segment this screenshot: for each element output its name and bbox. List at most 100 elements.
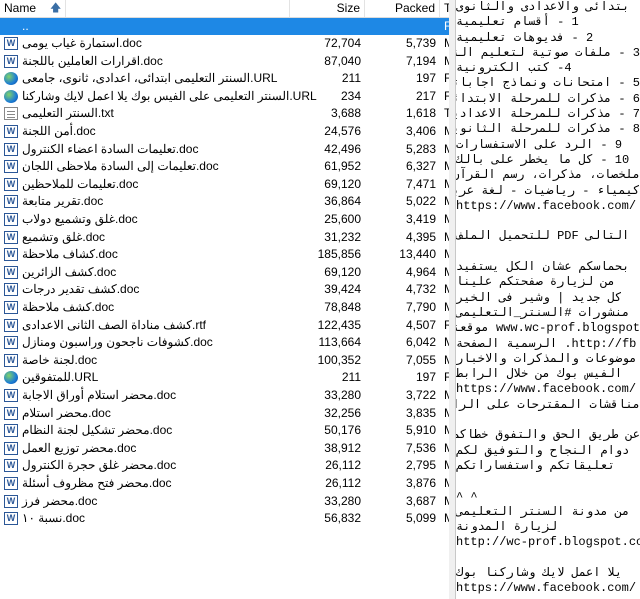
file-size: 50,176 — [324, 423, 361, 438]
file-name: غلق وتشميع دولاب.doc — [22, 212, 138, 226]
file-row[interactable]: Wمحضر غلق حجرة الكنترول.doc26,1122,795M — [0, 457, 449, 474]
preview-line: الفيس بوك من خلال الرابط — [456, 367, 623, 382]
panel-splitter[interactable] — [449, 0, 456, 599]
file-row[interactable]: Wغلق وتشميع دولاب.doc25,6003,419M — [0, 211, 449, 228]
word-icon: W — [4, 265, 18, 279]
file-size: 31,232 — [324, 229, 361, 244]
word-icon: W — [4, 160, 18, 174]
file-name: تعليمات للملاحظين.doc — [22, 176, 139, 191]
file-row[interactable]: Wمحضر تشكيل لجنة النظام.doc50,1765,910M — [0, 422, 449, 439]
preview-line: منشورات #السنتر_التعليمى — [456, 305, 630, 320]
file-packed-size: 5,022 — [405, 194, 436, 209]
word-icon: W — [4, 318, 18, 332]
preview-line: مناقشات المقترحات على الرابط التالى — [456, 397, 640, 412]
file-name: السنتر التعليمى ابتدائى، اعدادى، ثانوى، … — [22, 71, 278, 86]
column-header-name[interactable]: Name — [0, 0, 290, 17]
file-size: 87,040 — [324, 53, 361, 68]
file-row[interactable]: Wمحضر استلام.doc32,2563,835M — [0, 405, 449, 422]
file-row[interactable]: Wاستمارة غياب يومى.doc72,7045,739M — [0, 35, 449, 52]
file-packed-size: 4,395 — [405, 229, 436, 244]
file-packed-size: 3,876 — [405, 476, 436, 490]
file-row[interactable]: W محضر استلام أوراق الاجابة.doc 33,280 3,72… — [0, 387, 449, 404]
file-row[interactable]: Wمحضر فتح مظروف أسئلة.doc26,1123,876M — [0, 475, 449, 492]
file-name: نسبة ١٠.doc — [22, 511, 86, 526]
file-row[interactable]: Wكشف ملاحظة.doc78,8487,790M — [0, 299, 449, 316]
parent-folder-label: .. — [22, 19, 29, 33]
file-size: 72,704 — [324, 36, 361, 50]
file-name: كشف ملاحظة.doc — [22, 300, 115, 314]
file-row[interactable]: Wكشف الزائرين.doc69,1204,964M — [0, 264, 449, 281]
file-row[interactable]: W تعليمات السادة اعضاء الكنترول.doc 42,496… — [0, 141, 449, 158]
file-row[interactable]: W تعليمات إلى السادة ملاحظى اللجان.doc 61,… — [0, 158, 449, 175]
file-row[interactable]: W اقرارات العاملين باللجنة.doc 87,040 7,194… — [0, 53, 449, 70]
text-preview-pane: بتدائى والاعدادى والثانوى 1 - أقسام تعليم… — [456, 0, 640, 599]
globe-icon — [4, 89, 18, 103]
preview-line: 1 - أقسام تعليمية — [456, 15, 579, 30]
file-size: 61,952 — [324, 159, 361, 174]
file-row[interactable]: W كشف مناداة الصف الثانى الاعدادى.rtf 122,… — [0, 317, 449, 334]
word-icon: W — [4, 283, 18, 297]
file-size: 33,280 — [324, 388, 361, 402]
file-row[interactable]: السنتر التعليمى.txt3,6881,618Te — [0, 105, 449, 122]
column-header-packed[interactable]: Packed — [365, 0, 440, 17]
word-icon: W — [4, 424, 18, 438]
word-icon: W — [4, 353, 18, 367]
preview-line: ملخصات، مذكرات، رسم القرآن — [456, 168, 640, 183]
preview-line: عن طريق الحق والتفوق خطاكم — [456, 428, 640, 443]
file-row[interactable]: Wغلق وتشميع.doc31,2324,395M — [0, 229, 449, 246]
preview-line: 6 - مذكرات للمرحلة الابتدائية — [456, 91, 640, 106]
preview-line: موضوعات والمذكرات والاخبار — [456, 351, 637, 366]
file-size: 38,912 — [324, 440, 361, 455]
file-name: السنتر التعليمى على الفيس بوك يلا اعمل ل… — [22, 88, 317, 103]
word-icon: W — [4, 37, 18, 50]
file-size: 100,352 — [317, 352, 361, 367]
file-packed-size: 6,042 — [405, 335, 436, 350]
preview-line: يلا اعمل لايك وشاركنا بوك — [456, 565, 623, 580]
file-name: استمارة غياب يومى.doc — [22, 36, 142, 50]
file-size: 39,424 — [324, 282, 361, 297]
preview-line: 8 - مذكرات للمرحلة الثانوية — [456, 122, 640, 137]
file-row[interactable]: Wتقرير متابعة.doc36,8645,022M — [0, 193, 449, 210]
globe-icon — [4, 72, 18, 86]
file-packed-size: 7,471 — [405, 176, 436, 191]
file-row[interactable]: السنتر التعليمى ابتدائى، اعدادى، ثانوى، … — [0, 70, 449, 87]
preview-line: 10 - كل ما يخطر على بالك — [456, 152, 630, 167]
parent-folder-row[interactable]: .. F — [0, 18, 449, 35]
globe-icon — [4, 371, 18, 385]
word-icon: W — [4, 406, 18, 420]
file-packed-size: 13,440 — [399, 247, 436, 262]
file-size: 42,496 — [324, 141, 361, 156]
file-name: محضر فرز.doc — [22, 493, 98, 508]
file-row[interactable]: Wكشف تقدير درجات.doc39,4244,732M — [0, 281, 449, 298]
preview-line: 2 - فديوهات تعليمية — [456, 30, 594, 45]
file-row[interactable]: Wتعليمات للملاحظين.doc69,1207,471M — [0, 176, 449, 193]
preview-line: www.wc-prof.blogspot موقعنا — [456, 321, 640, 336]
file-row[interactable]: للمتفوقين.URL211197F — [0, 369, 449, 386]
word-icon: W — [4, 195, 18, 209]
file-size: 56,832 — [324, 511, 361, 526]
file-name: كشاف ملاحظة.doc — [22, 247, 118, 262]
preview-line: دوام النجاح والتوفيق لكم — [456, 443, 630, 458]
file-row[interactable]: Wكشاف ملاحظة.doc185,85613,440M — [0, 246, 449, 263]
preview-line: من مدونة السنتر التعليمى — [456, 504, 630, 519]
file-name: السنتر التعليمى.txt — [22, 106, 114, 121]
preview-line: https://www.facebook.com/ — [456, 581, 637, 596]
file-row[interactable]: W كشوفات ناجحون وراسبون ومنازل.doc 113,664… — [0, 334, 449, 351]
file-row[interactable]: السنتر التعليمى على الفيس بوك يلا اعمل ل… — [0, 88, 449, 105]
file-row[interactable]: Wمحضر توزيع العمل.doc38,9127,536M — [0, 440, 449, 457]
preview-line: 5 - امتحانات ونماذج اجاباتها — [456, 76, 640, 91]
file-row[interactable]: Wأمن اللجنة.doc24,5763,406M — [0, 123, 449, 140]
word-icon: W — [4, 301, 18, 314]
file-row[interactable]: Wلجنة خاصة.doc100,3527,055M — [0, 352, 449, 369]
file-row[interactable]: Wنسبة ١٠.doc56,8325,099M — [0, 510, 449, 527]
column-header-size[interactable]: Size — [290, 0, 365, 17]
preview-line: 3 - ملفات صوتية لتعليم النطق — [456, 45, 640, 60]
file-name: للمتفوقين.URL — [22, 370, 99, 385]
preview-line — [456, 551, 640, 566]
file-size: 33,280 — [324, 493, 361, 508]
word-icon: W — [4, 142, 18, 156]
word-icon: W — [4, 230, 18, 244]
file-size: 26,112 — [325, 476, 361, 490]
file-row[interactable]: Wمحضر فرز.doc33,2803,687M — [0, 493, 449, 510]
preview-line: كيمياء - رياضيات - لغة عربية — [456, 183, 640, 198]
